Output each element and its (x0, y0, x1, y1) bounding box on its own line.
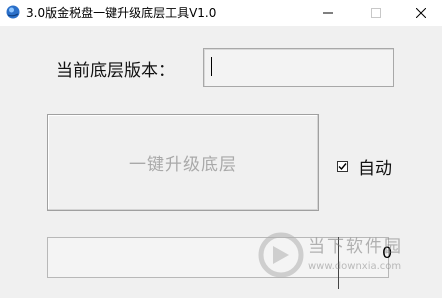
counter-box (338, 237, 388, 289)
minimize-button[interactable] (305, 0, 351, 26)
one-click-upgrade-button[interactable]: 一键升级底层 (47, 114, 319, 211)
close-icon (416, 8, 426, 18)
close-button[interactable] (398, 0, 442, 26)
version-input[interactable] (203, 48, 394, 87)
auto-checkbox[interactable]: 自动 (337, 154, 392, 179)
maximize-icon (371, 8, 381, 18)
upgrade-button-label: 一键升级底层 (129, 155, 237, 175)
maximize-button[interactable] (353, 0, 399, 26)
window-title: 3.0版金税盘一键升级底层工具V1.0 (26, 6, 217, 20)
checkbox-box[interactable] (337, 161, 348, 172)
title-bar[interactable]: 3.0版金税盘一键升级底层工具V1.0 (0, 0, 442, 26)
checkmark-icon (338, 163, 347, 171)
app-globe-icon (6, 5, 20, 19)
progress-count: 0 (382, 243, 393, 262)
version-label: 当前底层版本： (56, 61, 175, 81)
minimize-icon (323, 12, 333, 14)
app-window: 3.0版金税盘一键升级底层工具V1.0 当前底层版本： 一键升级底层 自动 0 … (0, 0, 442, 298)
auto-label: 自动 (358, 159, 392, 179)
text-caret (211, 57, 212, 76)
